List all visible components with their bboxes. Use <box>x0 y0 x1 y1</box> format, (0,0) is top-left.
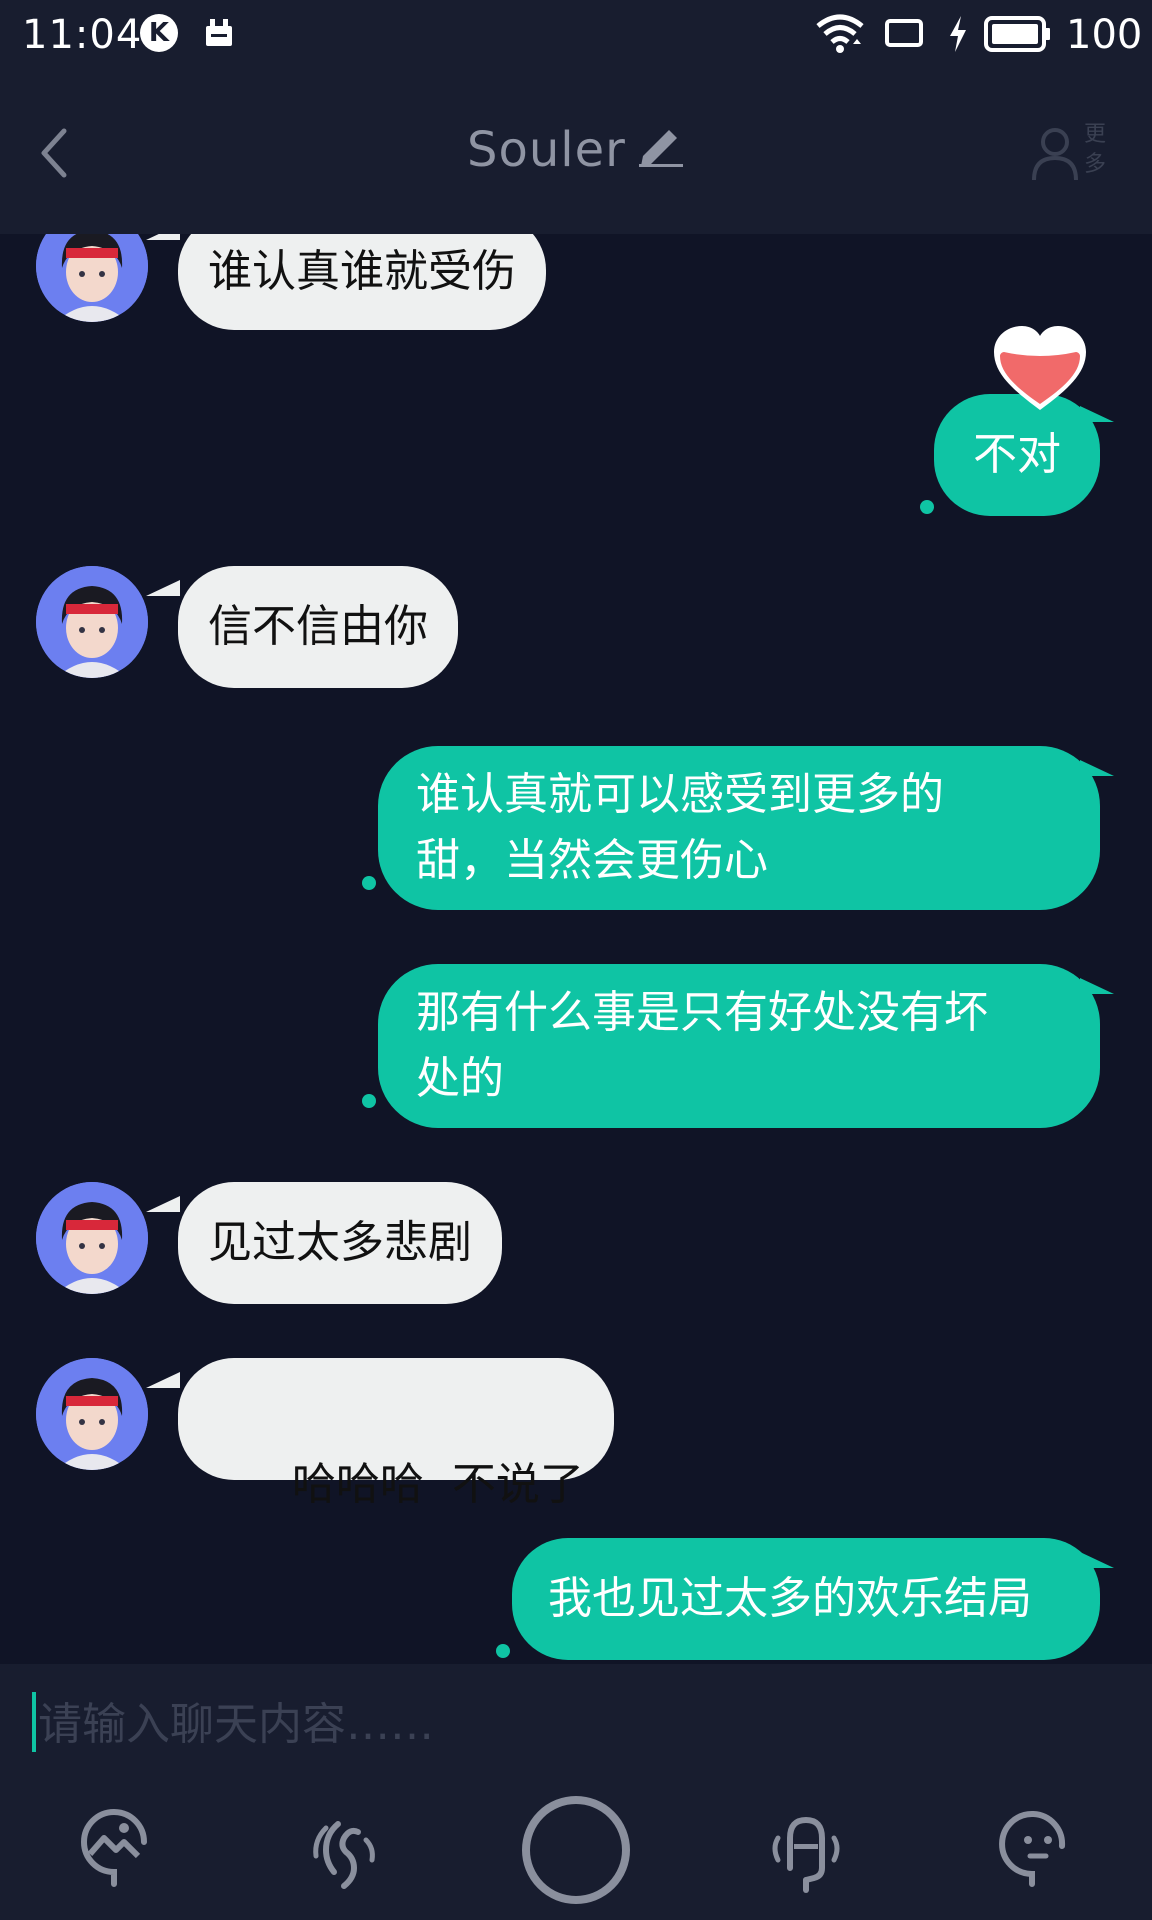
avatar-image <box>36 566 148 678</box>
message-bubble[interactable]: 我也见过太多的欢乐结局 <box>512 1538 1100 1660</box>
message-incoming: 哈哈哈 不说了 <box>0 1354 1152 1510</box>
sent-status-dot <box>920 500 934 514</box>
sent-status-dot <box>362 876 376 890</box>
edit-icon[interactable] <box>635 124 685 168</box>
chat-title: Souler <box>467 122 626 178</box>
message-outgoing: 我也见过太多的欢乐结局 <box>0 1538 1152 1664</box>
message-text: 见过太多悲剧 <box>208 1217 472 1268</box>
message-text-line: 谁认真就可以感受到更多的 <box>416 769 944 820</box>
more-button[interactable]: 更 多 <box>1030 120 1110 190</box>
bubble-tail <box>146 234 180 240</box>
battery-icon <box>984 16 1050 52</box>
message-list[interactable]: 谁认真谁就受伤 不对 信不信由你 谁认真就可以感受到更多的 甜，当然会更伤心 那… <box>0 234 1152 1664</box>
message-bubble[interactable]: 见过太多悲剧 <box>178 1182 502 1304</box>
message-outgoing: 不对 <box>0 324 1152 524</box>
bottom-toolbar <box>0 1784 1152 1920</box>
status-time: 11:04 <box>22 12 143 58</box>
message-text: 我也见过太多的欢乐结局 <box>548 1573 1032 1624</box>
charging-icon <box>950 16 966 52</box>
voice-call-icon[interactable] <box>296 1798 396 1898</box>
avatar[interactable] <box>36 566 148 678</box>
message-bubble[interactable]: 谁认真就可以感受到更多的 甜，当然会更伤心 <box>378 746 1100 910</box>
avatar-image <box>36 1358 148 1470</box>
message-text: 信不信由你 <box>208 601 428 652</box>
message-text-line: 处的 <box>416 1053 504 1104</box>
title-area[interactable]: Souler <box>0 122 1152 178</box>
message-incoming: 信不信由你 <box>0 564 1152 694</box>
avatar-image <box>36 1182 148 1294</box>
message-text-line: 那有什么事是只有好处没有坏 <box>416 987 988 1038</box>
message-text: 谁认真谁就受伤 <box>208 246 516 297</box>
record-button[interactable] <box>520 1794 632 1906</box>
message-text-line: 甜，当然会更伤心 <box>416 835 768 886</box>
image-icon[interactable] <box>64 1798 164 1898</box>
bubble-tail <box>146 580 180 596</box>
avatar[interactable] <box>36 234 148 322</box>
sent-status-dot <box>496 1644 510 1658</box>
status-bar: 11:04 K 100 <box>0 0 1152 70</box>
notification-icon <box>206 19 232 46</box>
battery-level: 100 <box>1066 12 1143 58</box>
message-incoming: 见过太多悲剧 <box>0 1178 1152 1308</box>
sent-status-dot <box>362 1094 376 1108</box>
message-bubble[interactable]: 信不信由你 <box>178 566 458 688</box>
message-outgoing: 那有什么事是只有好处没有坏 处的 <box>0 964 1152 1144</box>
message-input[interactable] <box>36 1688 1120 1760</box>
k-icon: K <box>140 14 178 52</box>
more-label: 更 多 <box>1084 122 1107 177</box>
avatar[interactable] <box>36 1358 148 1470</box>
emoji-icon[interactable] <box>986 1798 1086 1898</box>
person-icon <box>1032 128 1078 181</box>
message-bubble[interactable]: 那有什么事是只有好处没有坏 处的 <box>378 964 1100 1128</box>
bubble-tail <box>146 1196 180 1212</box>
message-text: 不对 <box>973 429 1061 480</box>
message-outgoing: 谁认真就可以感受到更多的 甜，当然会更伤心 <box>0 746 1152 926</box>
avatar-image <box>36 234 148 322</box>
message-incoming: 谁认真谁就受伤 <box>0 234 1152 334</box>
wifi-icon <box>816 14 864 53</box>
heart-icon[interactable] <box>990 324 1090 414</box>
screen-icon <box>885 19 923 47</box>
bubble-tail <box>146 1372 180 1388</box>
message-text: 哈哈哈 不说了 <box>291 1459 584 1510</box>
input-bar <box>0 1664 1152 1784</box>
message-bubble[interactable]: 谁认真谁就受伤 <box>178 234 546 330</box>
chat-header: Souler 更 多 <box>0 70 1152 234</box>
avatar[interactable] <box>36 1182 148 1294</box>
message-bubble[interactable]: 哈哈哈 不说了 <box>178 1358 614 1510</box>
voice-change-icon[interactable] <box>756 1798 856 1898</box>
